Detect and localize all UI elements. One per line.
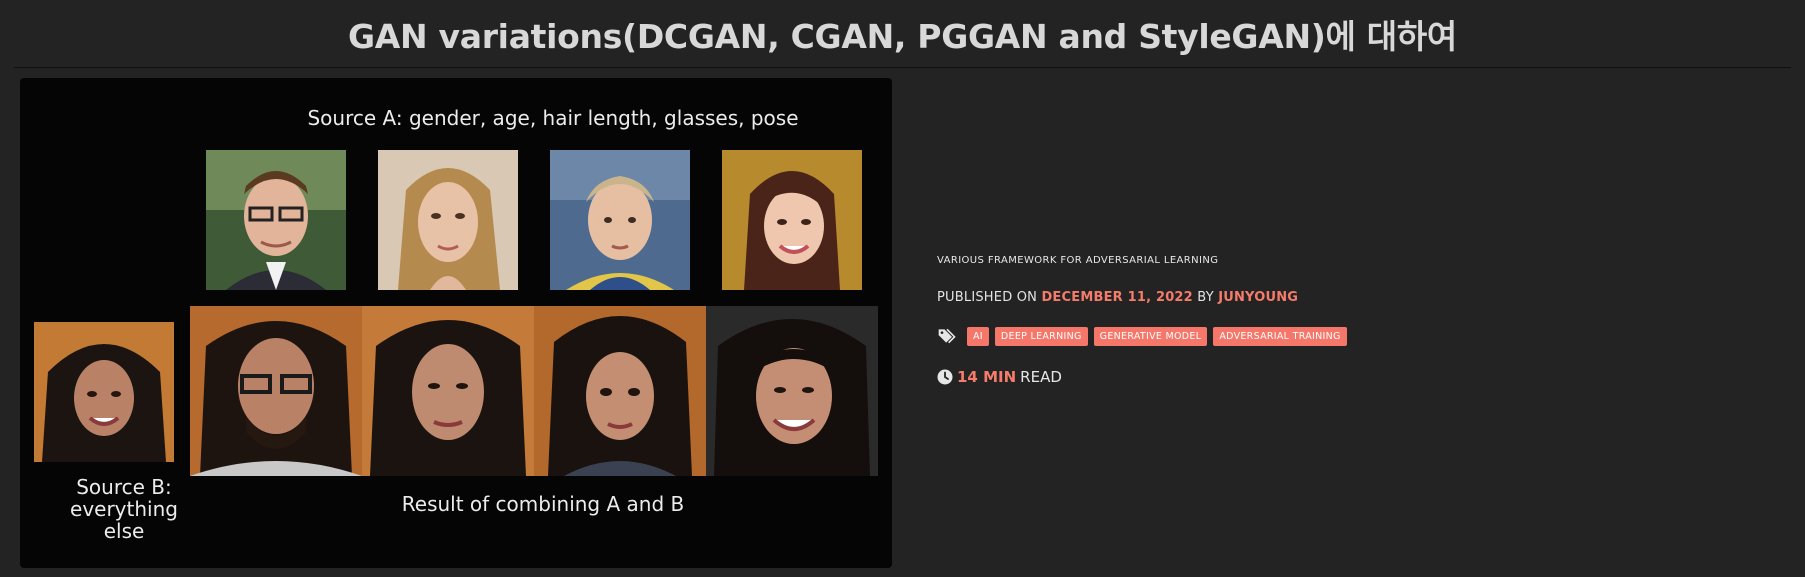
result-face-2 xyxy=(362,306,534,476)
source-b-face xyxy=(34,322,174,462)
hero-image: Source A: gender, age, hair length, glas… xyxy=(20,78,892,568)
tag-ai[interactable]: AI xyxy=(967,326,989,346)
source-a-face-4 xyxy=(722,150,862,290)
tags-icon xyxy=(938,328,956,344)
tag-generative-model[interactable]: GENERATIVE MODEL xyxy=(1093,326,1208,346)
author-link[interactable]: JUNYOUNG xyxy=(1218,290,1298,305)
clock-icon xyxy=(937,369,953,385)
read-time-suffix: READ xyxy=(1020,368,1062,386)
read-time-value: 14 MIN xyxy=(957,368,1017,386)
caption-source-b-line-2: everything xyxy=(70,497,178,521)
tags-row: AI DEEP LEARNING GENERATIVE MODEL ADVERS… xyxy=(937,326,1347,346)
result-face-3 xyxy=(534,306,706,476)
by-label: BY xyxy=(1197,290,1214,305)
title-divider xyxy=(14,67,1791,68)
published-date-link[interactable]: DECEMBER 11, 2022 xyxy=(1041,290,1193,305)
page-title: GAN variations(DCGAN, CGAN, PGGAN and St… xyxy=(348,17,1457,56)
caption-source-b: Source B: everything else xyxy=(24,476,224,542)
tag-deep-learning[interactable]: DEEP LEARNING xyxy=(994,326,1088,346)
tag-adversarial-training[interactable]: ADVERSARIAL TRAINING xyxy=(1213,326,1347,346)
read-time: 14 MIN READ xyxy=(937,368,1062,386)
post-subtitle: VARIOUS FRAMEWORK FOR ADVERSARIAL LEARNI… xyxy=(937,255,1219,266)
result-face-4 xyxy=(706,306,878,476)
caption-source-b-line-3: else xyxy=(103,519,145,543)
result-face-1 xyxy=(190,306,362,476)
published-prefix: PUBLISHED ON xyxy=(937,290,1038,305)
source-a-face-1 xyxy=(206,150,346,290)
caption-source-b-line-1: Source B: xyxy=(76,475,172,499)
source-a-face-3 xyxy=(550,150,690,290)
published-line: PUBLISHED ON DECEMBER 11, 2022 BY JUNYOU… xyxy=(937,290,1298,305)
caption-result: Result of combining A and B xyxy=(401,492,685,516)
caption-source-a: Source A: gender, age, hair length, glas… xyxy=(307,106,799,130)
source-a-face-2 xyxy=(378,150,518,290)
